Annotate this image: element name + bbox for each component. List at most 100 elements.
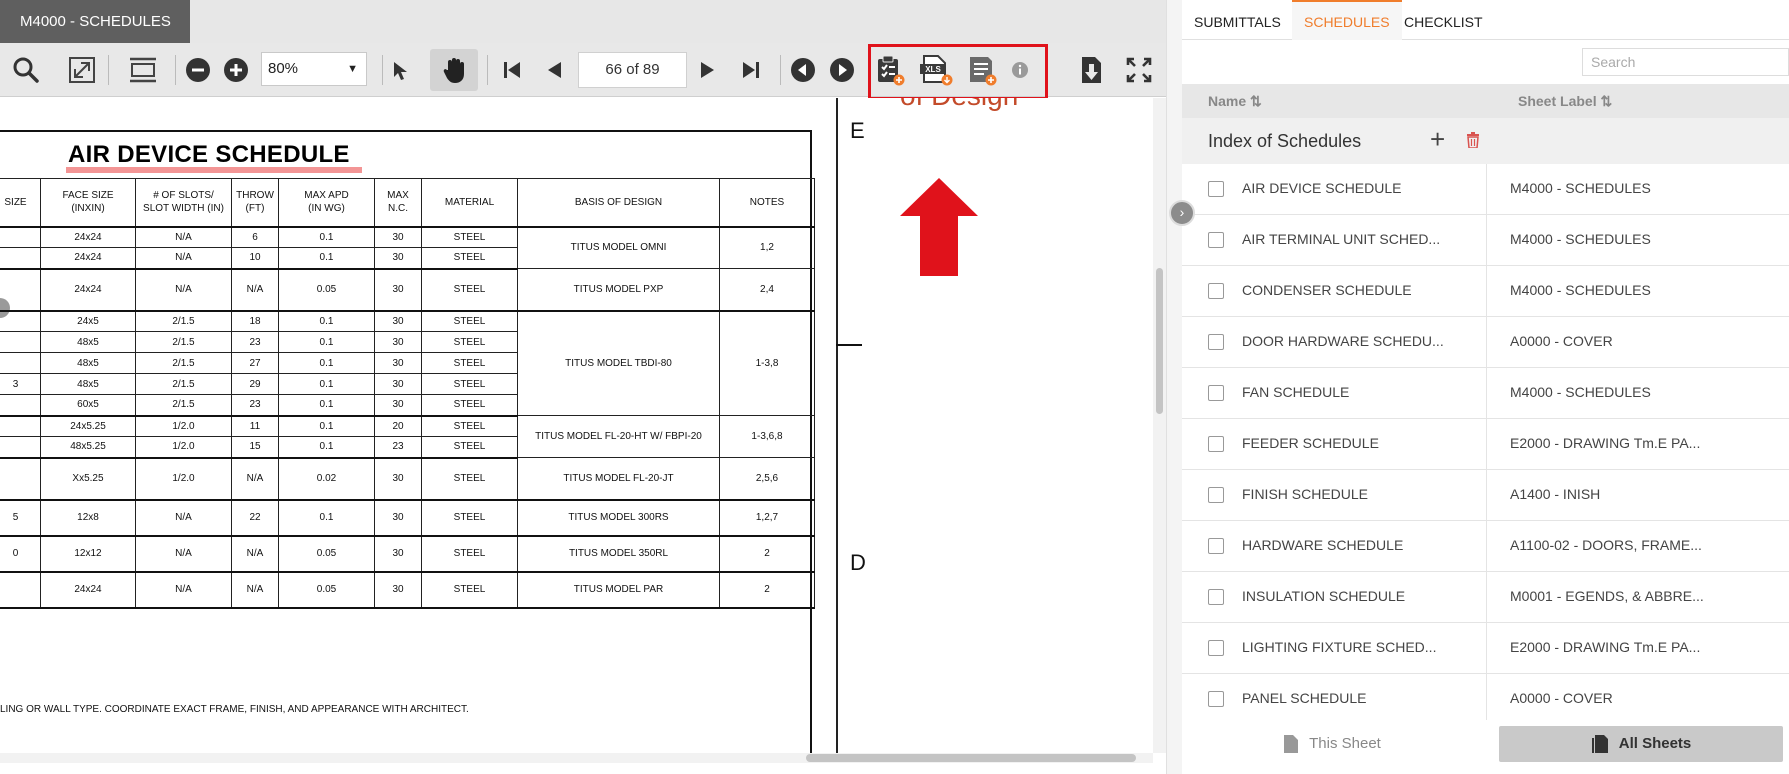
sheet-label: A0000 - COVER xyxy=(1510,333,1613,349)
toolbar-separator xyxy=(487,55,488,85)
search-icon[interactable] xyxy=(8,52,44,88)
search-input[interactable]: Search xyxy=(1582,48,1789,76)
row-checkbox[interactable] xyxy=(1208,283,1224,299)
table-cell: 0.1 xyxy=(278,394,375,417)
table-cell xyxy=(0,394,41,417)
last-page-icon[interactable] xyxy=(733,52,769,88)
row-checkbox[interactable] xyxy=(1208,385,1224,401)
download-icon[interactable] xyxy=(1074,52,1110,88)
row-checkbox[interactable] xyxy=(1208,334,1224,350)
scroll-thumb[interactable] xyxy=(806,754,1136,762)
row-checkbox[interactable] xyxy=(1208,232,1224,248)
select-arrow-icon[interactable] xyxy=(382,52,418,88)
table-cell: 30 xyxy=(374,535,422,573)
pages-icon xyxy=(1591,735,1608,754)
table-cell: 0.02 xyxy=(278,457,375,501)
table-cell: 30 xyxy=(374,457,422,501)
list-item[interactable]: AIR TERMINAL UNIT SCHED... M4000 - SCHEDU… xyxy=(1182,215,1789,266)
table-cell: 0 xyxy=(0,535,41,573)
row-checkbox[interactable] xyxy=(1208,589,1224,605)
table-cell: 30 xyxy=(374,499,422,537)
zoom-in-icon[interactable] xyxy=(218,52,254,88)
zoom-out-icon[interactable] xyxy=(180,52,216,88)
next-page-icon[interactable] xyxy=(690,52,726,88)
fullscreen-icon[interactable] xyxy=(1121,52,1157,88)
table-cell: N/A xyxy=(231,268,279,312)
list-item[interactable]: CONDENSER SCHEDULE M4000 - SCHEDULES xyxy=(1182,266,1789,317)
row-checkbox[interactable] xyxy=(1208,640,1224,656)
chevron-right-icon[interactable]: › xyxy=(1169,200,1195,226)
schedule-name: FAN SCHEDULE xyxy=(1242,384,1350,400)
prev-page-icon[interactable] xyxy=(536,52,572,88)
all-sheets-button[interactable]: All Sheets xyxy=(1499,726,1783,762)
scope-toggle: This Sheet All Sheets xyxy=(1182,720,1789,764)
horizontal-scrollbar[interactable] xyxy=(0,753,1153,763)
row-checkbox[interactable] xyxy=(1208,436,1224,452)
notes-cell: 1-3,6,8 xyxy=(719,415,815,458)
row-checkbox[interactable] xyxy=(1208,538,1224,554)
forward-icon[interactable] xyxy=(824,52,860,88)
col-header: NOTES xyxy=(719,178,815,228)
drawing-canvas[interactable]: of Design AIR DEVICE SCHEDULE SIZE FACE … xyxy=(0,98,1153,753)
list-item[interactable]: FEEDER SCHEDULE E2000 - DRAWING Tm.E PA..… xyxy=(1182,419,1789,470)
table-cell: 24x24 xyxy=(40,571,136,609)
sheet-label: E2000 - DRAWING Tm.E PA... xyxy=(1510,639,1701,655)
table-cell xyxy=(0,352,41,374)
column-divider xyxy=(1486,419,1487,470)
schedule-name: HARDWARE SCHEDULE xyxy=(1242,537,1404,553)
sheet-label: M4000 - SCHEDULES xyxy=(1510,282,1651,298)
table-cell: 0.05 xyxy=(278,268,375,312)
table-cell: 0.1 xyxy=(278,415,375,437)
fit-page-icon[interactable] xyxy=(64,52,100,88)
list-item[interactable]: DOOR HARDWARE SCHEDU... A0000 - COVER xyxy=(1182,317,1789,368)
list-item[interactable]: FAN SCHEDULE M4000 - SCHEDULES xyxy=(1182,368,1789,419)
scroll-thumb[interactable] xyxy=(1156,268,1163,414)
back-icon[interactable] xyxy=(785,52,821,88)
hand-pan-icon[interactable] xyxy=(430,49,478,91)
table-cell xyxy=(0,268,41,312)
tab-schedules[interactable]: SCHEDULES xyxy=(1292,0,1402,40)
toolbar-separator xyxy=(780,55,781,85)
row-checkbox[interactable] xyxy=(1208,181,1224,197)
column-divider xyxy=(1486,266,1487,317)
first-page-icon[interactable] xyxy=(494,52,530,88)
list-item[interactable]: HARDWARE SCHEDULE A1100-02 - DOORS, FRAME… xyxy=(1182,521,1789,572)
tab-submittals[interactable]: SUBMITTALS xyxy=(1182,0,1293,40)
table-cell: 2/1.5 xyxy=(135,352,232,374)
sheet-tab-bar: M4000 - SCHEDULES xyxy=(0,0,1166,43)
page-icon xyxy=(1284,735,1299,754)
sort-by-sheet-label[interactable]: Sheet Label ⇅ xyxy=(1518,93,1612,110)
trash-icon[interactable] xyxy=(1466,132,1480,148)
this-sheet-button[interactable]: This Sheet xyxy=(1192,726,1472,762)
fit-width-icon[interactable] xyxy=(125,52,161,88)
table-cell: N/A xyxy=(135,268,232,312)
list-item[interactable]: INSULATION SCHEDULE M0001 - EGENDS, & ABB… xyxy=(1182,572,1789,623)
table-cell: N/A xyxy=(135,226,232,248)
tab-checklist[interactable]: CHECKLIST xyxy=(1392,0,1495,40)
table-cell: 30 xyxy=(374,352,422,374)
sort-by-name[interactable]: Name ⇅ xyxy=(1208,93,1262,110)
row-checkbox[interactable] xyxy=(1208,487,1224,503)
table-cell: 24x24 xyxy=(40,268,136,312)
col-header: MAX N.C. xyxy=(374,178,422,228)
table-cell: STEEL xyxy=(421,331,518,353)
table-cell: 30 xyxy=(374,373,422,395)
add-icon[interactable]: + xyxy=(1430,124,1445,155)
zoom-select[interactable]: 80% ▼ xyxy=(261,52,367,86)
sheet-tab[interactable]: M4000 - SCHEDULES xyxy=(0,0,190,43)
table-cell: 3 xyxy=(0,373,41,395)
notes-cell: 1,2,7 xyxy=(719,499,815,537)
list-item[interactable]: LIGHTING FIXTURE SCHED... E2000 - DRAWING… xyxy=(1182,623,1789,674)
notes-cell: 2 xyxy=(719,571,815,609)
table-cell: 29 xyxy=(231,373,279,395)
column-divider xyxy=(1486,623,1487,674)
page-number-input[interactable]: 66 of 89 xyxy=(578,52,687,88)
sheet-label: M0001 - EGENDS, & ABBRE... xyxy=(1510,588,1704,604)
list-item[interactable]: AIR DEVICE SCHEDULE M4000 - SCHEDULES xyxy=(1182,164,1789,215)
list-item[interactable]: PANEL SCHEDULE A0000 - COVER xyxy=(1182,674,1789,720)
list-item[interactable]: FINISH SCHEDULE A1400 - INISH xyxy=(1182,470,1789,521)
table-cell: 12x12 xyxy=(40,535,136,573)
row-checkbox[interactable] xyxy=(1208,691,1224,707)
table-cell: 23 xyxy=(231,331,279,353)
vertical-scrollbar[interactable] xyxy=(1153,98,1166,753)
